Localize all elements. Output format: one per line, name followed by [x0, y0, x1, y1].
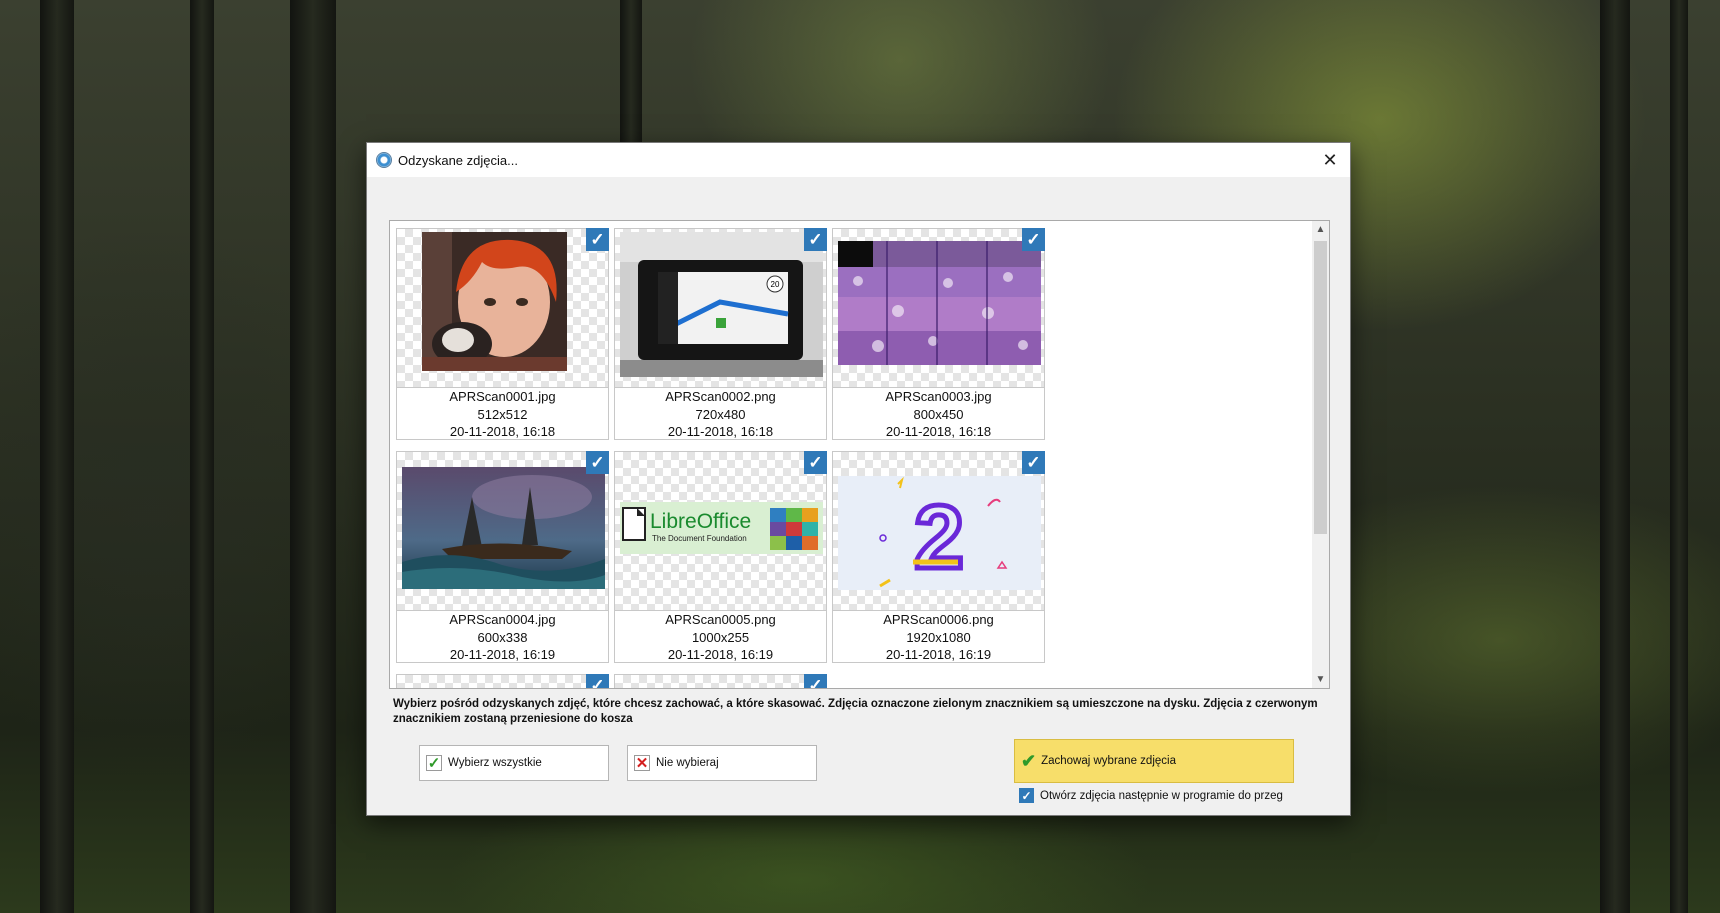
photo-thumbnail[interactable]: 2 — [832, 451, 1045, 611]
selected-checkmark-icon[interactable]: ✓ — [586, 674, 609, 688]
toolbar-strip — [367, 177, 1350, 209]
instructions-text: Wybierz pośród odzyskanych zdjęć, które … — [393, 698, 1318, 725]
collage-image — [838, 241, 1041, 365]
gps-speed-label: 20 — [771, 280, 780, 289]
photo-dimensions: 600x338 — [477, 629, 528, 645]
photo-dimensions: 1000x255 — [691, 629, 750, 645]
portrait-image — [422, 232, 567, 371]
deselect-label: Nie wybieraj — [656, 757, 719, 769]
deselect-button[interactable]: ✕ Nie wybieraj — [627, 745, 817, 781]
selected-checkmark-icon[interactable]: ✓ — [586, 451, 609, 474]
photo-thumbnail[interactable] — [396, 451, 609, 611]
number-graphic: 2 — [914, 488, 964, 588]
background-tree-trunk — [620, 0, 642, 150]
selected-checkmark-icon[interactable]: ✓ — [1022, 451, 1045, 474]
photo-item[interactable]: LibreOffice The Document Foundation ✓ AP… — [614, 451, 827, 674]
photo-item[interactable]: ✓ APRScan0001.jpg 512x512 20-11-2018, 16… — [396, 228, 609, 451]
selected-checkmark-icon[interactable]: ✓ — [804, 228, 827, 251]
green-check-icon: ✓ — [426, 755, 442, 772]
photo-thumbnail[interactable] — [614, 674, 827, 688]
scroll-down-icon[interactable]: ▼ — [1312, 671, 1329, 688]
selected-checkmark-icon[interactable]: ✓ — [1022, 228, 1045, 251]
selected-checkmark-icon[interactable]: ✓ — [586, 228, 609, 251]
dialog-title: Odzyskane zdjęcia... — [398, 152, 518, 168]
number-two-graphic-image: 2 — [838, 476, 1041, 590]
photo-filename: APRScan0003.jpg — [885, 389, 992, 404]
photo-dimensions: 800x450 — [913, 406, 964, 422]
selected-checkmark-icon[interactable]: ✓ — [804, 674, 827, 688]
scrollbar-thumb[interactable] — [1314, 241, 1327, 534]
photo-info: APRScan0006.png 1920x1080 20-11-2018, 16… — [832, 611, 1045, 663]
libreoffice-logo-image: LibreOffice The Document Foundation — [620, 502, 823, 554]
keep-selected-button[interactable]: ✔ Zachowaj wybrane zdjęcia — [1014, 739, 1294, 783]
open-next-checkbox[interactable]: ✓ — [1019, 788, 1034, 803]
close-icon: ✕ — [1322, 149, 1338, 170]
pirate-ship-image — [402, 467, 605, 589]
photo-dimensions: 512x512 — [477, 406, 528, 422]
photo-thumbnail[interactable] — [396, 674, 609, 688]
photo-filename: APRScan0001.jpg — [449, 389, 556, 404]
photo-info: APRScan0001.jpg 512x512 20-11-2018, 16:1… — [396, 388, 609, 440]
photo-item[interactable]: ✓ — [396, 674, 609, 688]
background-tree-trunk — [40, 0, 74, 913]
red-cross-icon: ✕ — [634, 755, 650, 772]
photo-info: APRScan0004.jpg 600x338 20-11-2018, 16:1… — [396, 611, 609, 663]
photo-thumbnail[interactable] — [396, 228, 609, 388]
photo-filename: APRScan0006.png — [883, 612, 994, 627]
photo-thumbnail[interactable] — [832, 228, 1045, 388]
photo-date: 20-11-2018, 16:19 — [667, 647, 774, 662]
background-tree-trunk — [1670, 0, 1688, 913]
photo-item[interactable]: ✓ APRScan0004.jpg 600x338 20-11-2018, 16… — [396, 451, 609, 674]
photo-date: 20-11-2018, 16:19 — [885, 647, 992, 662]
background-tree-trunk — [1600, 0, 1630, 913]
gps-device-image: 20 — [620, 232, 823, 377]
photo-info: APRScan0005.png 1000x255 20-11-2018, 16:… — [614, 611, 827, 663]
photo-thumbnail[interactable]: LibreOffice The Document Foundation — [614, 451, 827, 611]
select-all-button[interactable]: ✓ Wybierz wszystkie — [419, 745, 609, 781]
photo-item[interactable]: 20 ✓ APRScan0002.png 720x480 20-11-2018,… — [614, 228, 827, 451]
open-next-label: Otwórz zdjęcia następnie w programie do … — [1040, 789, 1283, 802]
select-all-label: Wybierz wszystkie — [448, 757, 542, 769]
background-tree-trunk — [290, 0, 336, 913]
photo-item[interactable]: 2 ✓ APRScan0006.png 1920x1080 20-11-2018… — [832, 451, 1045, 674]
scroll-up-icon[interactable]: ▲ — [1312, 221, 1329, 238]
photo-dimensions: 1920x1080 — [906, 629, 971, 645]
photo-item[interactable]: ✓ — [614, 674, 827, 688]
photo-dimensions: 720x480 — [695, 406, 746, 422]
photo-gallery[interactable]: ✓ APRScan0001.jpg 512x512 20-11-2018, 16… — [389, 220, 1330, 689]
vertical-scrollbar[interactable]: ▲ ▼ — [1312, 221, 1329, 688]
recovered-photos-dialog: Odzyskane zdjęcia... ✕ ✓ APRScan0001.jpg… — [366, 142, 1351, 816]
open-next-checkbox-row[interactable]: ✓ Otwórz zdjęcia następnie w programie d… — [1019, 788, 1283, 803]
photo-filename: APRScan0005.png — [665, 612, 776, 627]
app-icon — [376, 152, 392, 168]
photo-filename: APRScan0004.jpg — [449, 612, 556, 627]
photo-item[interactable]: ✓ APRScan0003.jpg 800x450 20-11-2018, 16… — [832, 228, 1045, 451]
title-bar: Odzyskane zdjęcia... ✕ — [367, 143, 1350, 177]
logo-title: LibreOffice — [650, 510, 751, 533]
logo-tagline: The Document Foundation — [652, 534, 747, 543]
photo-date: 20-11-2018, 16:19 — [449, 647, 556, 662]
photo-date: 20-11-2018, 16:18 — [667, 424, 774, 439]
checkmark-icon: ✔ — [1021, 750, 1037, 771]
photo-date: 20-11-2018, 16:18 — [449, 424, 556, 439]
photo-info: APRScan0002.png 720x480 20-11-2018, 16:1… — [614, 388, 827, 440]
photo-thumbnail[interactable]: 20 — [614, 228, 827, 388]
background-tree-trunk — [190, 0, 214, 913]
photo-date: 20-11-2018, 16:18 — [885, 424, 992, 439]
selected-checkmark-icon[interactable]: ✓ — [804, 451, 827, 474]
photo-filename: APRScan0002.png — [665, 389, 776, 404]
photo-info: APRScan0003.jpg 800x450 20-11-2018, 16:1… — [832, 388, 1045, 440]
close-button[interactable]: ✕ — [1310, 143, 1350, 177]
keep-selected-label: Zachowaj wybrane zdjęcia — [1041, 755, 1176, 767]
